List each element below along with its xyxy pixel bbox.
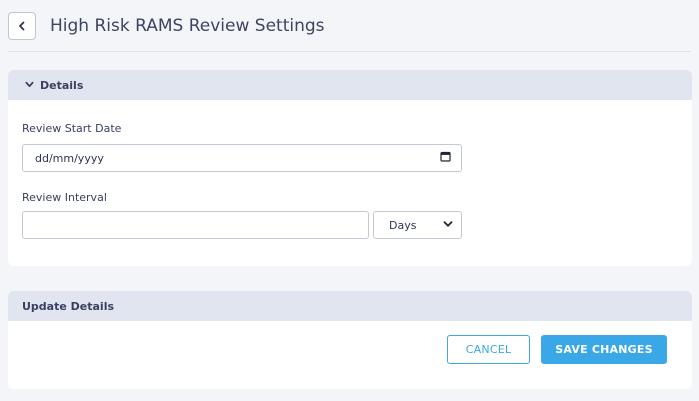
review-interval-unit-value: Days bbox=[389, 218, 417, 232]
review-start-date-placeholder: dd/mm/yyyy bbox=[35, 151, 104, 165]
page-header: High Risk RAMS Review Settings bbox=[0, 0, 699, 52]
back-button[interactable] bbox=[8, 12, 36, 40]
update-section-title: Update Details bbox=[22, 299, 115, 313]
chevron-down-icon bbox=[443, 219, 453, 232]
update-details-card: Update Details CANCEL SAVE CHANGES bbox=[8, 291, 692, 389]
review-interval-input[interactable] bbox=[22, 211, 369, 239]
update-section-header: Update Details bbox=[8, 291, 692, 321]
details-section-header[interactable]: Details bbox=[8, 70, 692, 100]
review-interval-label: Review Interval bbox=[22, 191, 107, 204]
review-interval-unit-select[interactable]: Days bbox=[373, 211, 462, 239]
details-card: Details Review Start Date dd/mm/yyyy Rev… bbox=[8, 70, 692, 266]
cancel-button[interactable]: CANCEL bbox=[447, 335, 530, 364]
chevron-down-icon bbox=[25, 79, 34, 92]
calendar-icon[interactable] bbox=[440, 151, 451, 165]
details-section-title: Details bbox=[40, 78, 84, 92]
header-divider bbox=[8, 51, 691, 52]
save-changes-button[interactable]: SAVE CHANGES bbox=[541, 335, 667, 364]
chevron-left-icon bbox=[17, 21, 27, 31]
page-title: High Risk RAMS Review Settings bbox=[50, 16, 325, 36]
review-start-date-input[interactable]: dd/mm/yyyy bbox=[22, 144, 462, 172]
review-start-date-label: Review Start Date bbox=[22, 122, 122, 135]
